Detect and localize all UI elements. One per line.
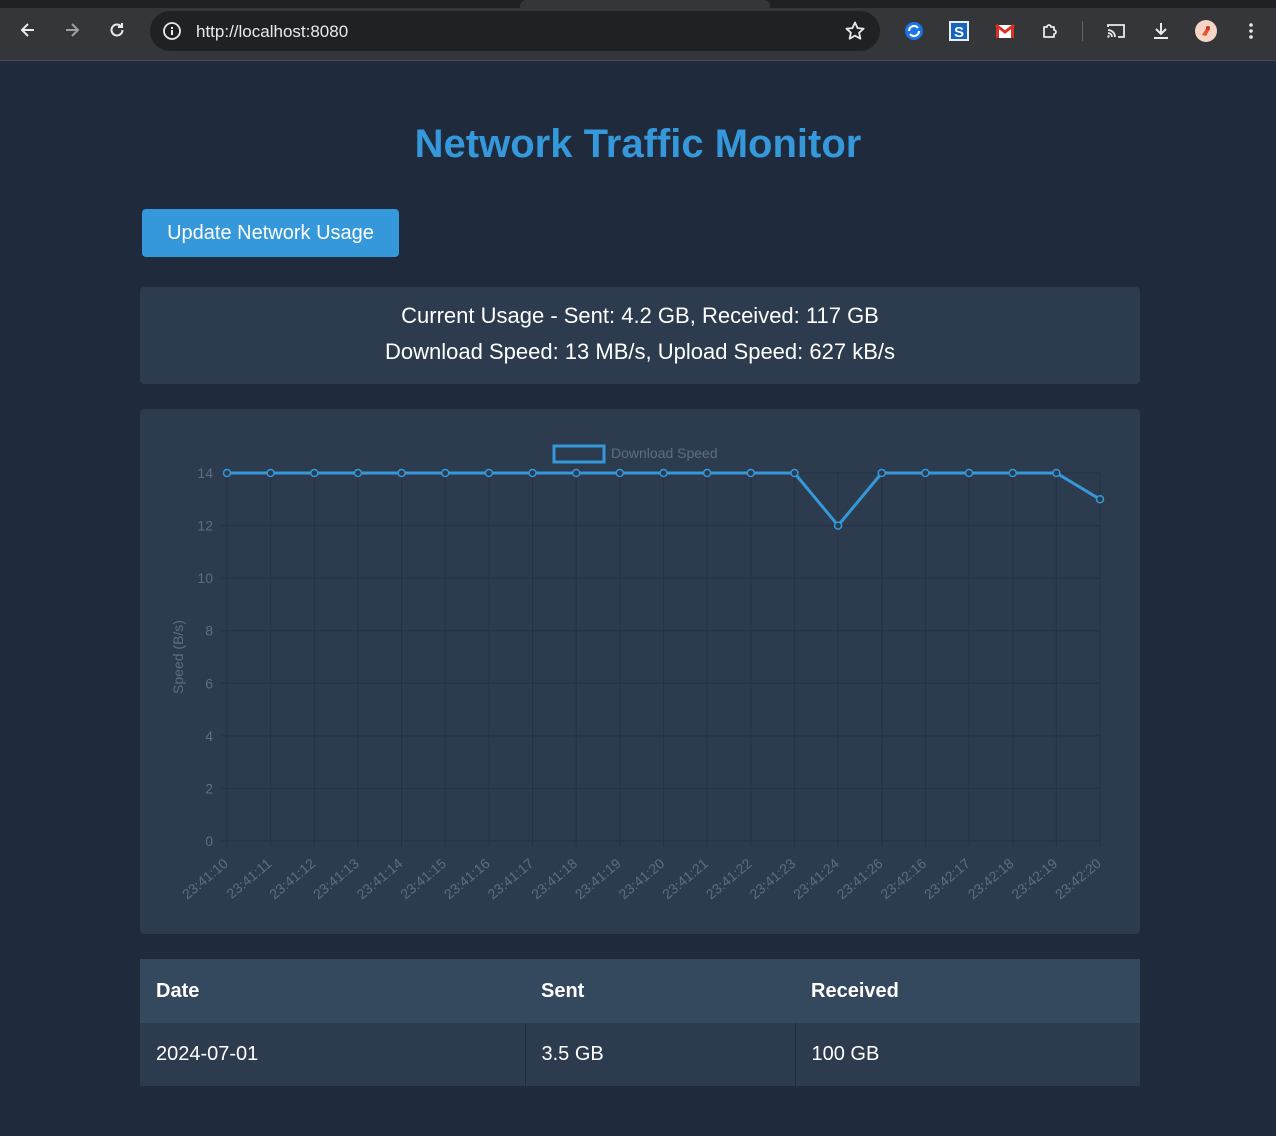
usage-table: Date Sent Received 2024-07-01 3.5 GB 100… (140, 959, 1140, 1086)
x-tick-label: 23:41:18 (528, 855, 580, 902)
x-tick-label: 23:41:26 (834, 855, 886, 902)
address-bar[interactable]: http://localhost:8080 (150, 11, 880, 51)
download-icon[interactable] (1149, 19, 1173, 43)
update-network-usage-button[interactable]: Update Network Usage (142, 209, 399, 257)
data-point (746, 468, 756, 478)
x-tick-label: 23:41:17 (484, 855, 536, 902)
download-speed-chart: 0 2 4 6 8 10 12 14 23:41:10 23:41:11 23:41:12 23:41… (140, 409, 1140, 934)
data-point (441, 468, 450, 478)
arrow-right-icon[interactable] (59, 17, 85, 43)
y-tick-label: 4 (205, 728, 213, 744)
info-icon[interactable] (162, 21, 182, 41)
data-point (1095, 495, 1105, 504)
y-tick-label: 0 (205, 833, 213, 849)
x-tick-label: 23:41:10 (179, 855, 231, 902)
x-tick-label: 23:41:16 (441, 855, 493, 902)
y-tick-label: 6 (205, 675, 213, 691)
data-point (571, 468, 581, 478)
data-point (222, 468, 232, 478)
data-point (964, 468, 974, 478)
column-header-sent: Sent (525, 959, 795, 1023)
table-row: 2024-07-01 3.5 GB 100 GB (140, 1023, 1140, 1086)
reload-icon[interactable] (104, 17, 130, 43)
y-tick-label: 12 (197, 518, 213, 534)
table-header-row: Date Sent Received (140, 959, 1140, 1023)
y-axis-label: Speed (B/s) (170, 620, 186, 694)
x-tick-label: 23:42:16 (877, 855, 929, 902)
x-tick-label: 23:41:20 (615, 855, 667, 902)
data-point (353, 468, 363, 478)
usage-summary: Current Usage - Sent: 4.2 GB, Received: … (140, 287, 1140, 384)
data-point (397, 468, 406, 478)
cell-sent: 3.5 GB (525, 1023, 796, 1086)
data-point (921, 468, 930, 478)
active-tab[interactable] (520, 0, 770, 8)
toolbar-separator (1082, 21, 1083, 41)
extension-blue-icon[interactable] (902, 19, 926, 43)
x-tick-label: 23:41:19 (572, 855, 624, 902)
y-tick-label: 8 (205, 623, 213, 639)
data-point (877, 468, 886, 478)
menu-dots-icon[interactable] (1239, 19, 1263, 43)
cell-received: 100 GB (795, 1023, 1140, 1086)
x-tick-label: 23:41:12 (266, 855, 318, 902)
x-tick-label: 23:42:18 (965, 855, 1017, 902)
x-tick-label: 23:42:17 (921, 855, 973, 902)
legend-label: Download Speed (611, 445, 718, 461)
url-text[interactable]: http://localhost:8080 (196, 22, 348, 42)
current-usage-text: Current Usage - Sent: 4.2 GB, Received: … (401, 303, 879, 328)
data-point (266, 468, 275, 478)
data-point (528, 468, 537, 478)
cell-date: 2024-07-01 (140, 1023, 526, 1086)
data-point (615, 468, 625, 478)
arrow-left-icon[interactable] (15, 17, 41, 43)
svg-text:S: S (954, 24, 964, 41)
data-point (790, 468, 799, 478)
x-tick-label: 23:41:13 (310, 855, 362, 902)
x-tick-label: 23:41:22 (703, 855, 755, 902)
x-tick-label: 23:41:15 (397, 855, 449, 902)
profile-avatar[interactable] (1194, 19, 1218, 43)
star-icon[interactable] (844, 20, 866, 42)
data-point (310, 468, 319, 478)
browser-toolbar: http://localhost:8080 S (0, 0, 1276, 61)
data-point (1052, 468, 1061, 478)
cast-icon[interactable] (1104, 19, 1128, 43)
x-tick-label: 23:41:21 (659, 855, 711, 902)
gmail-icon[interactable] (993, 19, 1017, 43)
y-tick-label: 2 (205, 780, 213, 796)
speed-text: Download Speed: 13 MB/s, Upload Speed: 6… (385, 339, 895, 364)
y-tick-label: 14 (197, 465, 213, 481)
puzzle-icon[interactable] (1038, 19, 1062, 43)
x-tick-label: 23:41:23 (746, 855, 798, 902)
data-point (702, 468, 712, 478)
data-point (833, 521, 843, 530)
data-point (659, 468, 668, 478)
page-title: Network Traffic Monitor (414, 122, 862, 166)
x-tick-label: 23:42:20 (1052, 855, 1104, 902)
x-tick-label: 23:41:24 (790, 855, 842, 902)
y-tick-label: 10 (197, 570, 213, 586)
extension-s-icon[interactable]: S (947, 19, 971, 43)
x-tick-label: 23:42:19 (1008, 855, 1060, 902)
legend-swatch (552, 444, 606, 464)
column-header-received: Received (795, 959, 1140, 1023)
x-tick-label: 23:41:14 (353, 855, 405, 902)
chart-canvas: 0246810121423:41:1023:41:1123:41:1223:41… (170, 444, 1105, 902)
column-header-date: Date (140, 959, 525, 1023)
data-point (1008, 468, 1017, 478)
data-point (484, 468, 494, 478)
x-tick-label: 23:41:11 (223, 855, 274, 902)
